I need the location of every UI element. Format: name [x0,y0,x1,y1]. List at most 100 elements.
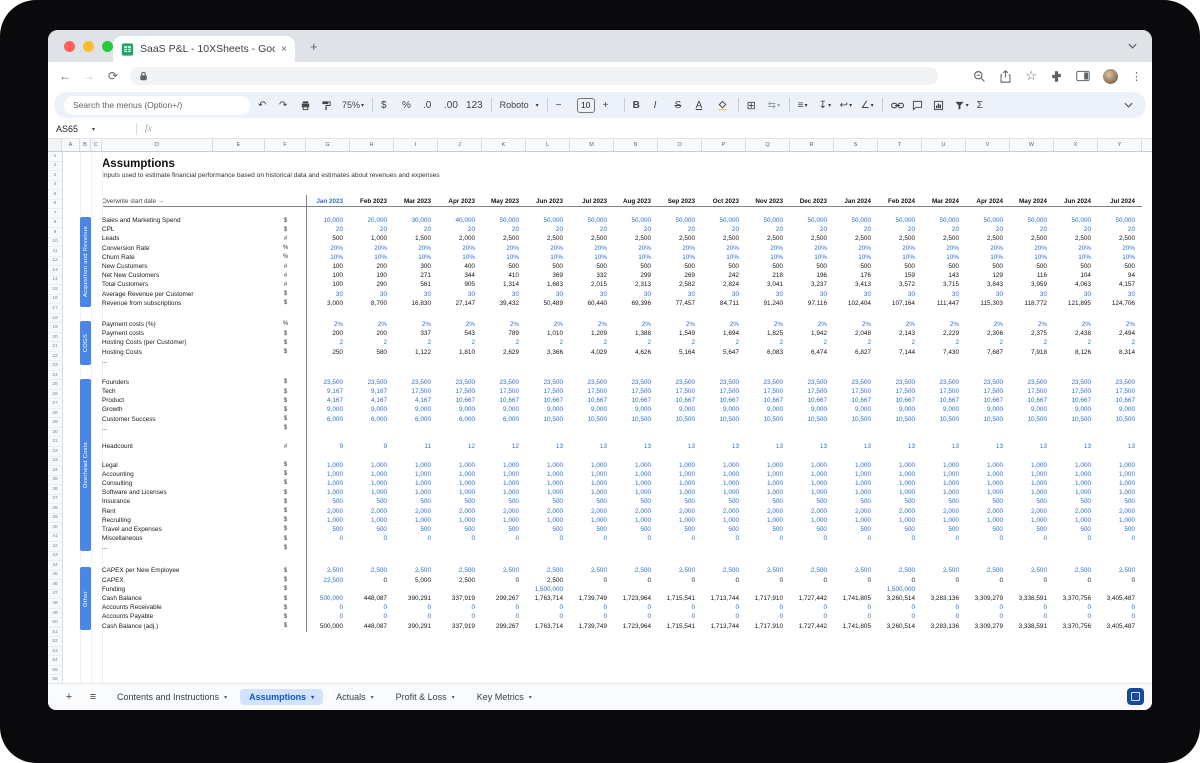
cell[interactable]: 1,000 [922,462,966,469]
cell[interactable]: 500 [966,498,1010,505]
cell[interactable]: 10,500 [526,416,570,423]
row-label-cell[interactable]: ... [102,544,265,551]
month-header-cell[interactable]: Mar 2024 [922,198,966,205]
cell[interactable]: 5,647 [702,349,746,356]
cell[interactable]: 2,494 [1098,330,1142,337]
cell[interactable]: 1,000 [570,471,614,478]
cell[interactable]: 500 [482,526,526,533]
cell[interactable]: 30 [306,291,350,298]
cell[interactable]: 1,727,442 [790,595,834,602]
cell[interactable]: 20% [966,245,1010,252]
cell[interactable]: 1,010 [526,330,570,337]
cell[interactable]: 2,500 [834,567,878,574]
cell[interactable]: 1,763,714 [526,595,570,602]
cell[interactable]: 6,000 [306,416,350,423]
cell[interactable]: 2,000 [1010,508,1054,515]
zoom-out-icon[interactable] [973,70,986,83]
unit-cell[interactable]: % [265,254,306,260]
cell[interactable]: 1,000 [394,517,438,524]
cell[interactable]: 10% [658,254,702,261]
cell[interactable]: 500 [1054,263,1098,270]
cell[interactable]: 3,000 [306,300,350,307]
cell[interactable]: 50,489 [526,300,570,307]
cell[interactable]: 6,000 [394,416,438,423]
cell[interactable]: 10,667 [746,397,790,404]
cell[interactable]: 2% [614,321,658,328]
cell[interactable]: 12 [482,443,526,450]
cell[interactable]: 30 [790,291,834,298]
cell[interactable]: 13 [790,443,834,450]
cell[interactable]: 0 [526,604,570,611]
row-header[interactable]: 54 [48,656,62,666]
cell[interactable]: 20% [350,245,394,252]
cell[interactable]: 13 [658,443,702,450]
cell[interactable]: 500 [790,498,834,505]
cell[interactable]: 50,000 [966,217,1010,224]
unit-cell[interactable]: $ [265,462,306,468]
cell[interactable]: 23,500 [746,379,790,386]
cell[interactable]: 20% [482,245,526,252]
cell[interactable]: 1,000 [790,489,834,496]
cell[interactable]: 50,000 [526,217,570,224]
cell[interactable]: 9,000 [482,406,526,413]
cell[interactable]: 50,000 [878,217,922,224]
cell[interactable]: 1,000 [614,517,658,524]
row-label-cell[interactable]: Recruiting [102,517,265,524]
cell[interactable]: 1,000 [570,517,614,524]
zoom-select[interactable]: 75% ▾ [342,100,364,110]
cell[interactable]: 115,303 [966,300,1010,307]
minimize-window-button[interactable] [83,41,94,52]
cell[interactable]: 448,087 [350,595,394,602]
cell[interactable]: 20,000 [350,217,394,224]
row-header[interactable]: 24 [48,371,62,381]
cell[interactable]: 2 [306,339,350,346]
cell[interactable]: 1,000 [350,462,394,469]
cell[interactable]: 2,500 [526,577,570,584]
cell[interactable]: 10,500 [570,416,614,423]
cell[interactable]: 9,000 [1098,406,1142,413]
cell[interactable]: 176 [834,272,878,279]
sheet-tab-assumptions[interactable]: Assumptions ▾ [240,689,324,705]
cell[interactable]: 10% [746,254,790,261]
cell[interactable]: 2% [526,321,570,328]
cell[interactable]: 23,500 [966,379,1010,386]
cell[interactable]: 0 [1098,604,1142,611]
cell[interactable]: 3,843 [966,281,1010,288]
cell[interactable]: 10,500 [746,416,790,423]
cell[interactable]: 2 [1010,339,1054,346]
column-header[interactable]: L [526,139,570,151]
unit-cell[interactable]: # [265,264,306,270]
unit-cell[interactable]: $ [265,300,306,306]
month-header-cell[interactable]: Jun 2023 [526,198,570,205]
cell[interactable]: 1,000 [614,480,658,487]
row-label-cell[interactable]: Net New Customers [102,272,265,279]
cell[interactable]: 23,500 [570,379,614,386]
cell[interactable]: 500 [1098,263,1142,270]
cell[interactable]: 10% [526,254,570,261]
cell[interactable]: 1,000 [834,462,878,469]
cell[interactable]: 1,000 [834,517,878,524]
row-header[interactable]: 34 [48,466,62,476]
cell[interactable]: 20 [746,226,790,233]
cell[interactable]: 3,260,514 [878,595,922,602]
cell[interactable]: 104 [1054,272,1098,279]
cell[interactable]: 0 [614,604,658,611]
cell[interactable]: 1,000 [350,235,394,242]
unit-cell[interactable]: $ [265,623,306,629]
cell[interactable]: 2,500 [922,235,966,242]
cell[interactable]: 2,000 [922,508,966,515]
row-header[interactable]: 2 [48,162,62,172]
cell[interactable]: 2% [306,321,350,328]
cell[interactable]: 30 [658,291,702,298]
cell[interactable]: 2 [790,339,834,346]
cell[interactable]: 1,000 [922,471,966,478]
sheet-tab-caret-icon[interactable]: ▾ [311,694,314,701]
cell[interactable]: 30 [570,291,614,298]
cell[interactable]: 500 [790,526,834,533]
unit-cell[interactable]: $ [265,349,306,355]
cell[interactable]: 8,700 [350,300,394,307]
functions-sigma-button[interactable]: Σ [977,100,990,111]
row-label-cell[interactable]: Customer Success [102,416,265,423]
cell[interactable]: 332 [570,272,614,279]
cell[interactable]: 10% [570,254,614,261]
